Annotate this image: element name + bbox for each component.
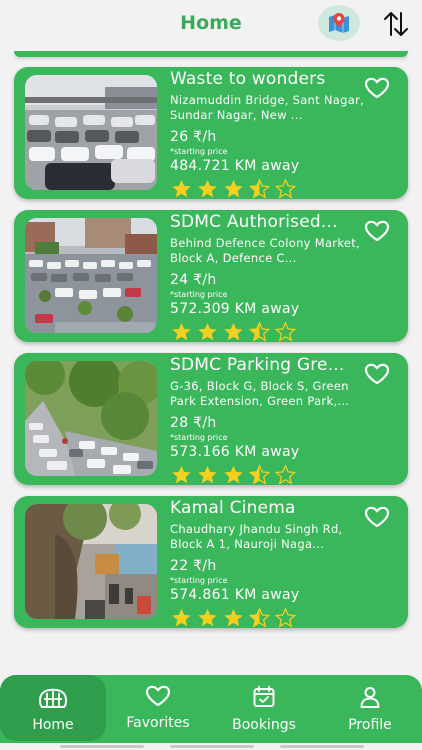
parking-grid-icon — [38, 688, 68, 708]
star-full-icon — [172, 608, 191, 627]
parking-distance: 484.721 KM away — [170, 158, 300, 174]
star-empty-icon — [274, 464, 297, 485]
star-full-icon — [198, 465, 217, 484]
star-full-icon — [198, 608, 217, 627]
parking-distance: 573.166 KM away — [170, 444, 300, 460]
star-half-icon — [248, 178, 271, 199]
parking-price: 24 ₹/h — [170, 272, 217, 288]
top-bar: Home — [0, 0, 422, 48]
nav-bookings[interactable]: Bookings — [210, 675, 318, 743]
parking-price: 28 ₹/h — [170, 415, 217, 431]
heart-icon — [145, 685, 171, 707]
nav-profile-label: Profile — [348, 717, 392, 733]
heart-icon[interactable] — [364, 506, 390, 528]
rating-stars — [170, 464, 372, 486]
parking-info: SDMC Parking Gre... G-36, Block G, Block… — [170, 353, 372, 486]
home-indicator — [60, 745, 144, 748]
price-note: *starting price — [170, 433, 228, 442]
star-full-icon — [224, 322, 243, 341]
parking-info: SDMC Authorised... Behind Defence Colony… — [170, 210, 372, 343]
parking-photo — [25, 504, 157, 619]
star-empty-icon — [274, 178, 297, 199]
parking-name: SDMC Authorised... — [170, 212, 338, 232]
sort-arrows-icon — [384, 12, 408, 36]
nav-home[interactable]: Home — [0, 675, 106, 743]
star-full-icon — [224, 179, 243, 198]
heart-icon[interactable] — [364, 77, 390, 99]
rating-stars — [170, 178, 372, 200]
price-note: *starting price — [170, 147, 228, 156]
parking-address: Behind Defence Colony Market, Block A, D… — [170, 236, 361, 265]
bottom-nav: Home Favorites Bookings Profile — [0, 675, 422, 743]
parking-card[interactable]: SDMC Parking Gre... G-36, Block G, Block… — [14, 353, 408, 485]
parking-name: Waste to wonders — [170, 69, 326, 89]
map-pin-icon — [329, 13, 349, 33]
nav-favorites[interactable]: Favorites — [106, 675, 210, 743]
parking-distance: 572.309 KM away — [170, 301, 300, 317]
parking-address: Nizamuddin Bridge, Sant Nagar, Sundar Na… — [170, 93, 365, 122]
star-full-icon — [224, 608, 243, 627]
home-indicator — [170, 745, 254, 748]
nav-bookings-label: Bookings — [232, 717, 296, 733]
parking-address: Chaudhary Jhandu Singh Rd, Block A 1, Na… — [170, 522, 343, 551]
star-full-icon — [198, 179, 217, 198]
parking-address: G-36, Block G, Block S, Green Park Exten… — [170, 379, 350, 408]
rating-stars — [170, 321, 372, 343]
user-icon — [360, 687, 380, 708]
map-view-button[interactable] — [318, 5, 360, 41]
nav-home-label: Home — [32, 717, 74, 733]
parking-distance: 574.861 KM away — [170, 587, 300, 603]
heart-icon[interactable] — [364, 363, 390, 385]
nav-profile[interactable]: Profile — [318, 675, 422, 743]
nav-favorites-label: Favorites — [126, 715, 190, 731]
calendar-check-icon — [253, 686, 275, 707]
parking-card[interactable]: SDMC Authorised... Behind Defence Colony… — [14, 210, 408, 342]
parking-photo — [25, 75, 157, 190]
heart-icon[interactable] — [364, 220, 390, 242]
parking-price: 26 ₹/h — [170, 129, 217, 145]
parking-info: Kamal Cinema Chaudhary Jhandu Singh Rd, … — [170, 496, 372, 629]
star-full-icon — [224, 465, 243, 484]
star-full-icon — [172, 322, 191, 341]
parking-name: SDMC Parking Gre... — [170, 355, 345, 375]
price-note: *starting price — [170, 290, 228, 299]
parking-card[interactable]: Waste to wonders Nizamuddin Bridge, Sant… — [14, 67, 408, 199]
star-empty-icon — [274, 321, 297, 342]
star-half-icon — [248, 321, 271, 342]
star-half-icon — [248, 464, 271, 485]
price-note: *starting price — [170, 576, 228, 585]
parking-info: Waste to wonders Nizamuddin Bridge, Sant… — [170, 67, 372, 200]
parking-card[interactable]: Kamal Cinema Chaudhary Jhandu Singh Rd, … — [14, 496, 408, 628]
home-indicator — [280, 745, 364, 748]
sort-button[interactable] — [379, 7, 413, 41]
star-half-icon — [248, 607, 271, 628]
star-full-icon — [198, 322, 217, 341]
parking-photo — [25, 218, 157, 333]
parking-price: 22 ₹/h — [170, 558, 217, 574]
star-empty-icon — [274, 607, 297, 628]
previous-card-edge — [14, 51, 408, 57]
parking-name: Kamal Cinema — [170, 498, 296, 518]
parking-photo — [25, 361, 157, 476]
star-full-icon — [172, 465, 191, 484]
star-full-icon — [172, 179, 191, 198]
rating-stars — [170, 607, 372, 629]
